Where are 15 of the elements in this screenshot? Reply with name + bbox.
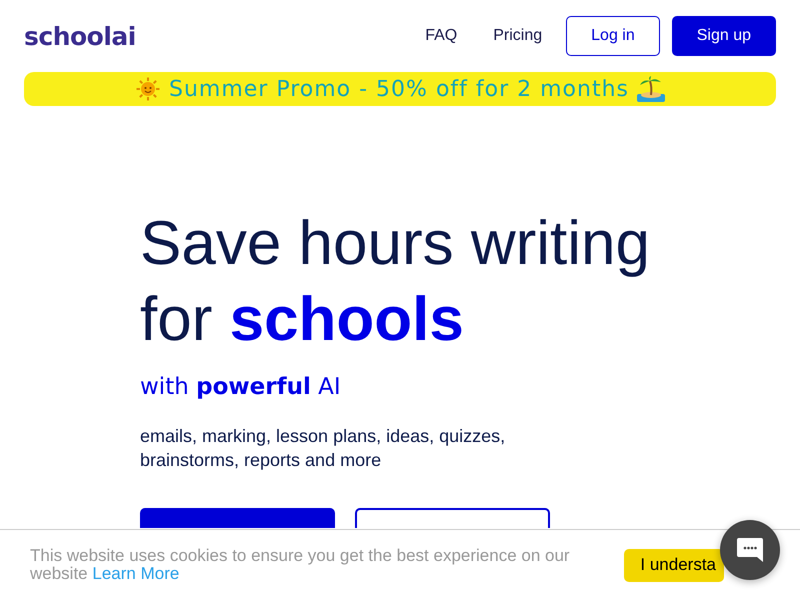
accept-button[interactable]: I understa xyxy=(624,548,724,582)
nav-button[interactable]: Log in xyxy=(566,16,660,56)
nav-button[interactable]: Sign up xyxy=(672,16,776,56)
chat-icon xyxy=(735,535,765,565)
promo-text: Summer Promo - 50% off for 2 months xyxy=(169,76,629,102)
hero-description: emails, marking, lesson plans, ideas, quizzes, brainstorms, reports and more xyxy=(140,425,506,472)
nav-link[interactable]: FAQ xyxy=(413,16,470,56)
hero-title: Save hours writing for schools xyxy=(140,208,652,356)
logo: schoolai xyxy=(24,22,136,50)
cta-button[interactable] xyxy=(355,508,550,528)
island-icon xyxy=(637,76,665,102)
nav-link[interactable]: Pricing xyxy=(481,16,554,56)
cookie-text: This website uses cookies to ensure you get the best experience on our website Learn More xyxy=(30,547,571,583)
sun-icon xyxy=(135,76,161,102)
hero-subtitle: with powerful AI xyxy=(140,374,342,400)
